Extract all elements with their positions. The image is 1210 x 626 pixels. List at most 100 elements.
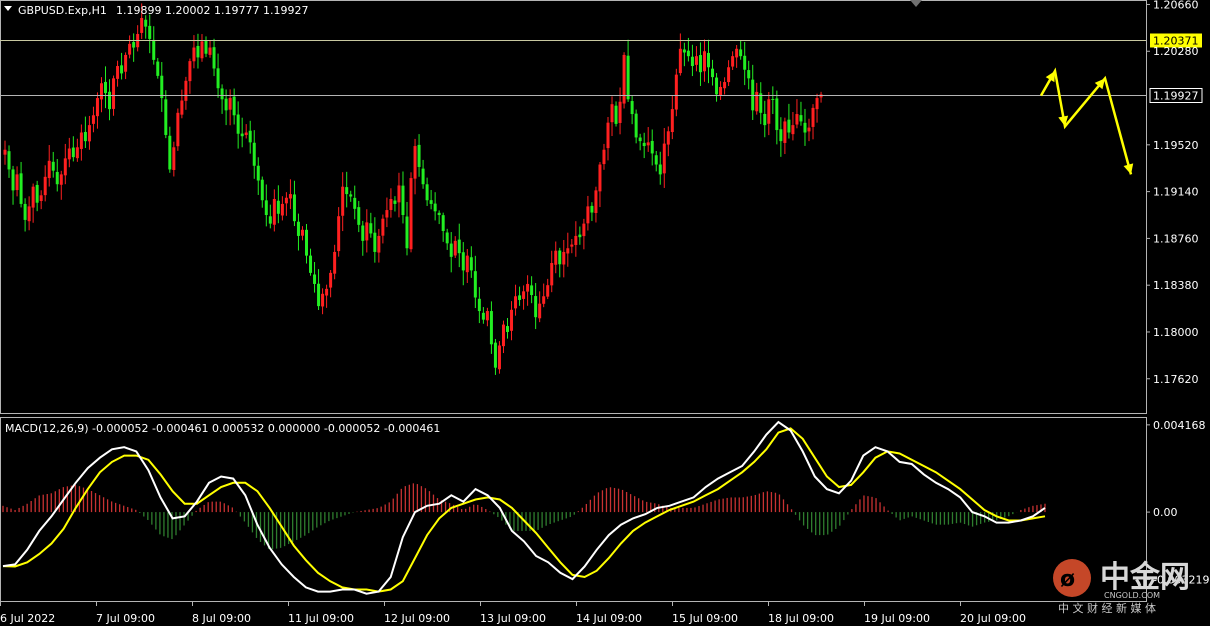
candle-body [510,309,514,331]
candle-body [674,74,678,110]
candle-body [562,251,566,265]
candle-body [300,229,304,236]
candle-body [184,80,188,101]
candle-body [83,131,87,142]
candle-body [397,185,401,203]
candle-body [453,240,457,256]
time-axis-label: 7 Jul 09:00 [96,612,155,625]
candle-body [95,98,99,117]
candle-body [19,173,23,204]
candle-body [658,164,662,175]
candle-body [393,200,397,204]
time-axis-label: 14 Jul 09:00 [576,612,642,625]
candle-body [425,184,429,201]
candle-body [104,81,107,94]
candle-body [542,296,546,304]
price-axis-label: 1.18380 [1153,279,1199,292]
candle-body [385,210,389,218]
candle-body [618,101,622,123]
candle-body [296,221,300,236]
candle-body [751,79,755,111]
candle-body [176,112,180,147]
candle-body [128,43,132,55]
time-axis-label: 19 Jul 09:00 [864,612,930,625]
candle-body [727,67,731,83]
candle-body [739,49,743,57]
candle-body [433,203,437,212]
candle-body [719,86,723,96]
candle-body [132,42,136,48]
candle-body [546,285,550,297]
candle-body [534,296,538,318]
candle-body [763,113,767,126]
candle-body [586,206,590,224]
candle-body [538,303,542,319]
candle-body [116,66,120,79]
candle-body [188,61,192,82]
candle-body [333,251,337,274]
watermark-logo-glyph: ø [1060,567,1075,592]
watermark-sub: CNGOLD.COM [1104,591,1160,600]
candle-body [566,248,570,254]
candle-body [811,107,815,127]
candle-body [489,311,493,345]
candle-body [240,133,244,137]
candle-body [590,205,594,213]
candle-body [260,179,264,201]
candle-body [441,215,445,232]
trading-chart[interactable]: 1.203711.199271.206601.202801.195201.191… [0,0,1210,626]
time-axis-label: 13 Jul 09:00 [480,612,546,625]
candle-body [349,194,353,197]
candle-body [526,283,530,292]
candle-body [477,298,481,312]
candle-body [120,65,124,74]
candle-body [690,56,694,67]
candle-body [779,129,783,142]
candle-body [337,216,341,252]
candle-body [108,91,112,110]
candle-body [369,223,373,234]
candle-body [473,271,477,298]
candle-body [405,216,409,249]
candle-body [775,98,779,131]
candle-body [682,49,686,53]
candle-body [622,54,626,104]
watermark-name: 中金网 [1100,560,1190,595]
candle-body [550,263,554,286]
candle-body [554,250,558,265]
candle-body [55,171,59,185]
candle-body [196,45,200,58]
candle-body [144,19,148,27]
candle-body [530,285,534,296]
candle-body [654,155,658,165]
candle-body [598,164,602,192]
candle-body [43,176,47,196]
candle-body [506,326,509,332]
candle-body [485,311,489,321]
candle-body [67,148,71,160]
candle-body [401,185,405,216]
candle-body [791,125,795,135]
candle-body [31,186,35,208]
candle-body [634,113,638,138]
candle-body [280,203,284,216]
candle-body [288,194,292,199]
time-axis-label: 6 Jul 2022 [0,612,55,625]
candle-body [309,255,313,273]
candle-body [803,122,807,133]
candle-body [582,223,586,237]
candle-body [711,68,715,78]
candle-body [570,244,574,247]
candle-body [497,345,501,370]
candle-body [787,119,791,133]
candle-body [457,239,461,254]
candle-body [71,147,75,158]
candle-body [783,121,787,143]
time-axis-label: 8 Jul 09:00 [192,612,251,625]
price-axis-label: 1.19140 [1153,186,1199,199]
price-axis-label: 1.20280 [1153,45,1199,58]
candle-body [815,98,819,110]
candle-body [192,47,196,62]
candle-body [795,114,799,125]
candle-body [313,274,317,284]
